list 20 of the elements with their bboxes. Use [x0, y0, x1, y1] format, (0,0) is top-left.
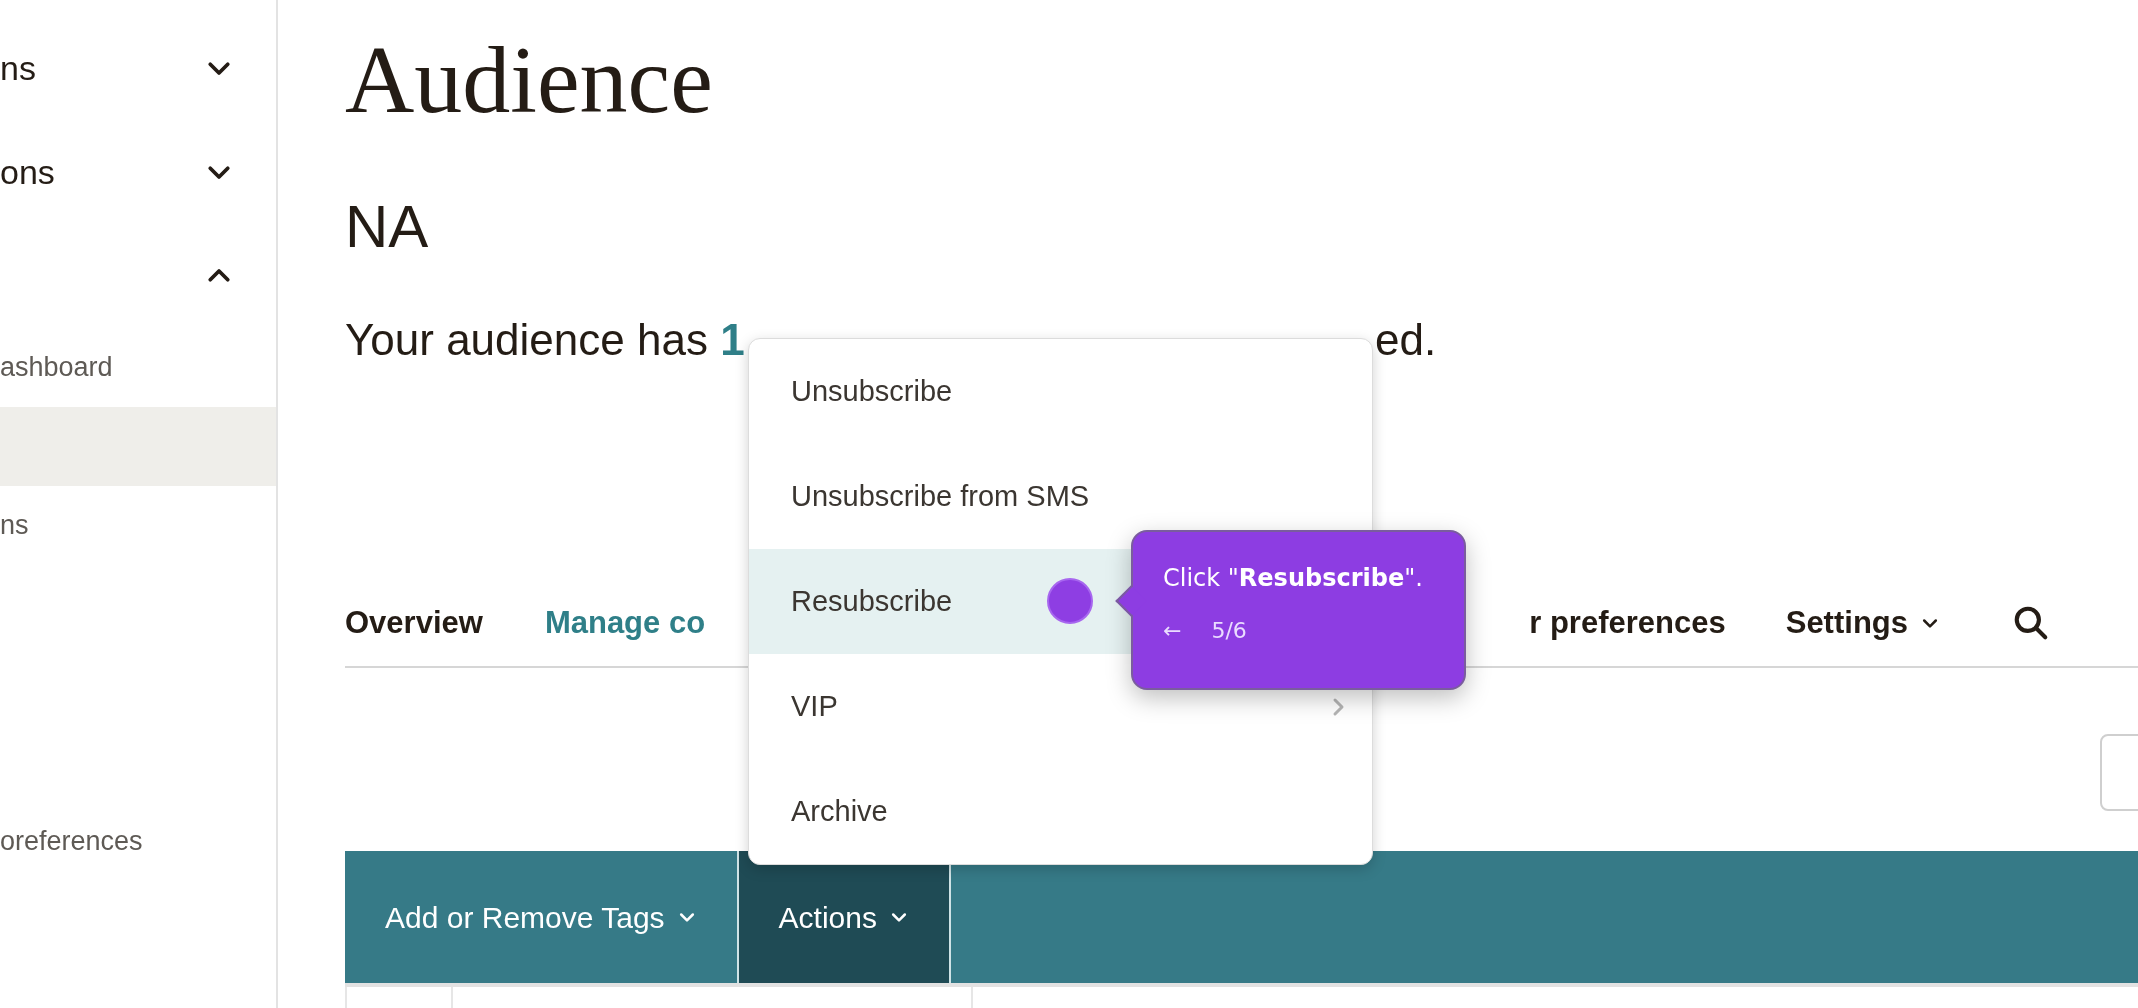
step-counter: 5/6: [1211, 620, 1247, 642]
menu-item[interactable]: Unsubscribe: [749, 339, 1372, 444]
nav-tab[interactable]: Manage co: [544, 599, 706, 647]
search-icon[interactable]: [2012, 604, 2050, 642]
nav-tab[interactable]: r preferences: [1529, 599, 1726, 647]
sidebar-section[interactable]: ons: [0, 120, 276, 224]
sidebar-item[interactable]: ashboard: [0, 328, 276, 407]
menu-item[interactable]: VIP: [749, 654, 1372, 759]
audience-name: NA: [345, 197, 430, 257]
nav-tab[interactable]: Settings: [1785, 599, 1940, 647]
page-title: Audience: [345, 32, 714, 128]
audience-summary: Your audience has 1: [345, 315, 745, 364]
sidebar-item[interactable]: oreferences: [0, 802, 276, 881]
sidebar-item[interactable]: ns: [0, 486, 276, 565]
audience-summary-end: ed.: [1375, 318, 1437, 362]
menu-item[interactable]: Unsubscribe from SMS: [749, 444, 1372, 549]
back-button[interactable]: ←: [1163, 620, 1182, 642]
nav-tab[interactable]: Overview: [345, 599, 483, 647]
sidebar-item[interactable]: [0, 407, 276, 486]
sidebar-section[interactable]: ns: [0, 16, 276, 120]
